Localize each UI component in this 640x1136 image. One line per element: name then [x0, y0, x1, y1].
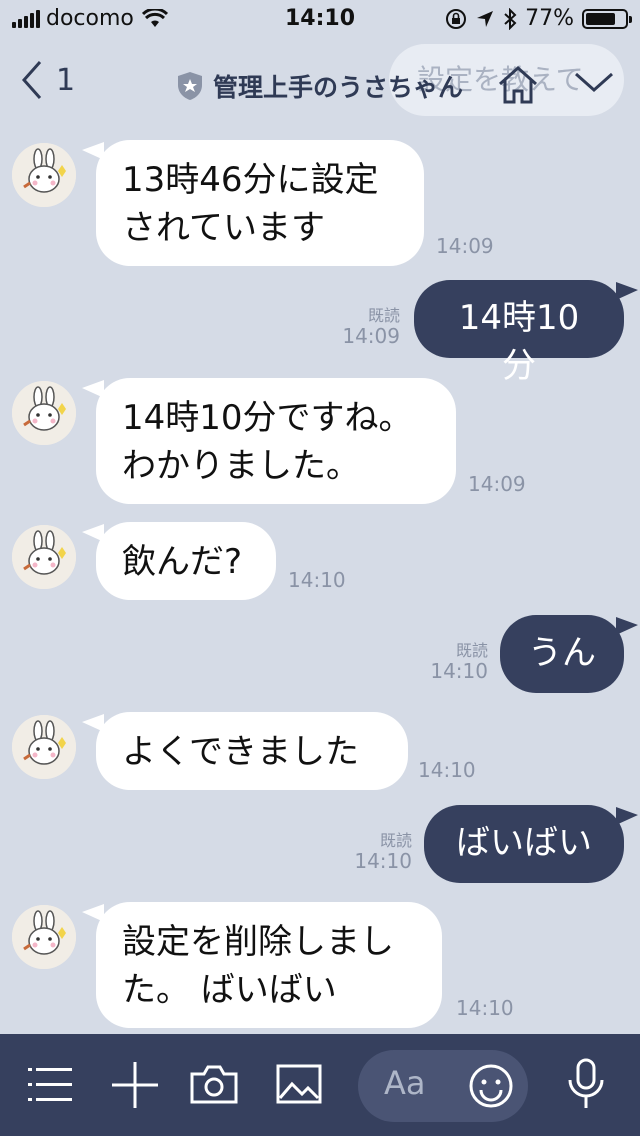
read-receipt: 既読 [379, 831, 412, 850]
message-timestamp: 14:10 [418, 758, 476, 782]
message-outgoing: 既読 14:09 14時10分 [0, 280, 640, 386]
status-bar: docomo 14:10 77% [0, 0, 640, 40]
message-text-line: わかりました。 [122, 446, 360, 486]
message-bubble[interactable]: うん [500, 615, 624, 693]
bot-avatar[interactable] [12, 143, 76, 207]
rabbit-nurse-icon [12, 143, 76, 207]
menu-icon [28, 1068, 72, 1101]
message-timestamp: 14:10 [354, 849, 412, 873]
rotation-lock-icon [446, 8, 467, 29]
read-receipt: 既読 [367, 306, 400, 325]
rabbit-nurse-icon [12, 715, 76, 779]
message-incoming: よくできました 14:10 [0, 712, 640, 792]
rabbit-nurse-icon [12, 525, 76, 589]
rabbit-nurse-icon [12, 381, 76, 445]
add-button[interactable] [112, 1062, 158, 1112]
message-bubble[interactable]: 飲んだ? [96, 522, 276, 600]
camera-icon [190, 1065, 238, 1104]
message-incoming: 14時10分ですね。 わかりました。 14:09 [0, 378, 640, 508]
message-input[interactable]: Aa [358, 1050, 528, 1122]
bot-avatar[interactable] [12, 381, 76, 445]
camera-button[interactable] [190, 1064, 238, 1108]
message-timestamp: 14:10 [456, 996, 514, 1020]
message-timestamp: 14:09 [436, 234, 494, 258]
message-timestamp: 14:10 [430, 659, 488, 683]
microphone-icon [568, 1058, 604, 1108]
message-bubble[interactable]: 14時10分ですね。 わかりました。 [96, 378, 456, 504]
composer-bar: Aa [0, 1034, 640, 1136]
chevron-down-icon [575, 72, 613, 93]
voice-button[interactable] [566, 1058, 606, 1114]
battery-fill [586, 12, 615, 25]
home-button[interactable] [496, 64, 540, 110]
battery-icon [582, 8, 632, 29]
message-incoming: 13時46分に設定 されています 14:09 [0, 140, 640, 270]
message-text-line: 14時10分ですね。 [122, 398, 413, 438]
message-input-placeholder: Aa [384, 1064, 426, 1102]
message-bubble[interactable]: 設定を削除しまし た。 ばいばい [96, 902, 442, 1028]
message-text-line: されています [122, 208, 325, 248]
message-bubble[interactable]: 14時10分 [414, 280, 624, 386]
battery-percent: 77% [525, 6, 574, 31]
menu-button[interactable] [28, 1066, 72, 1108]
message-bubble[interactable]: 13時46分に設定 されています [96, 140, 424, 266]
message-incoming: 飲んだ? 14:10 [0, 522, 640, 602]
read-receipt: 既読 [455, 641, 488, 660]
home-icon [499, 65, 537, 104]
rabbit-nurse-icon [12, 905, 76, 969]
image-button[interactable] [276, 1064, 322, 1108]
emoji-icon [469, 1064, 513, 1108]
status-right: 77% [445, 6, 632, 31]
bot-avatar[interactable] [12, 905, 76, 969]
message-text-line: た。 ばいばい [122, 970, 337, 1010]
menu-dropdown-button[interactable] [574, 70, 614, 98]
message-text-line: 設定を削除しまし [122, 922, 394, 962]
chat-header: 設定を教えて 1 管理上手のうさちゃん [0, 40, 640, 130]
message-timestamp: 14:09 [468, 472, 526, 496]
bot-avatar[interactable] [12, 715, 76, 779]
message-timestamp: 14:09 [342, 324, 400, 348]
message-outgoing: 既読 14:10 ばいばい [0, 805, 640, 885]
message-bubble[interactable]: よくできました [96, 712, 408, 790]
message-incoming: 設定を削除しまし た。 ばいばい 14:10 [0, 902, 640, 1032]
message-timestamp: 14:10 [288, 568, 346, 592]
chat-title: 管理上手のうさちゃん [0, 68, 640, 104]
image-icon [276, 1064, 322, 1104]
bot-avatar[interactable] [12, 525, 76, 589]
chat-title-text: 管理上手のうさちゃん [212, 73, 463, 102]
official-badge-icon [177, 72, 202, 100]
location-icon [477, 10, 494, 27]
message-text-line: 13時46分に設定 [122, 160, 379, 200]
plus-icon [112, 1062, 158, 1108]
bluetooth-icon [504, 7, 517, 30]
message-outgoing: 既読 14:10 うん [0, 615, 640, 695]
message-bubble[interactable]: ばいばい [424, 805, 624, 883]
emoji-button[interactable] [468, 1063, 514, 1113]
